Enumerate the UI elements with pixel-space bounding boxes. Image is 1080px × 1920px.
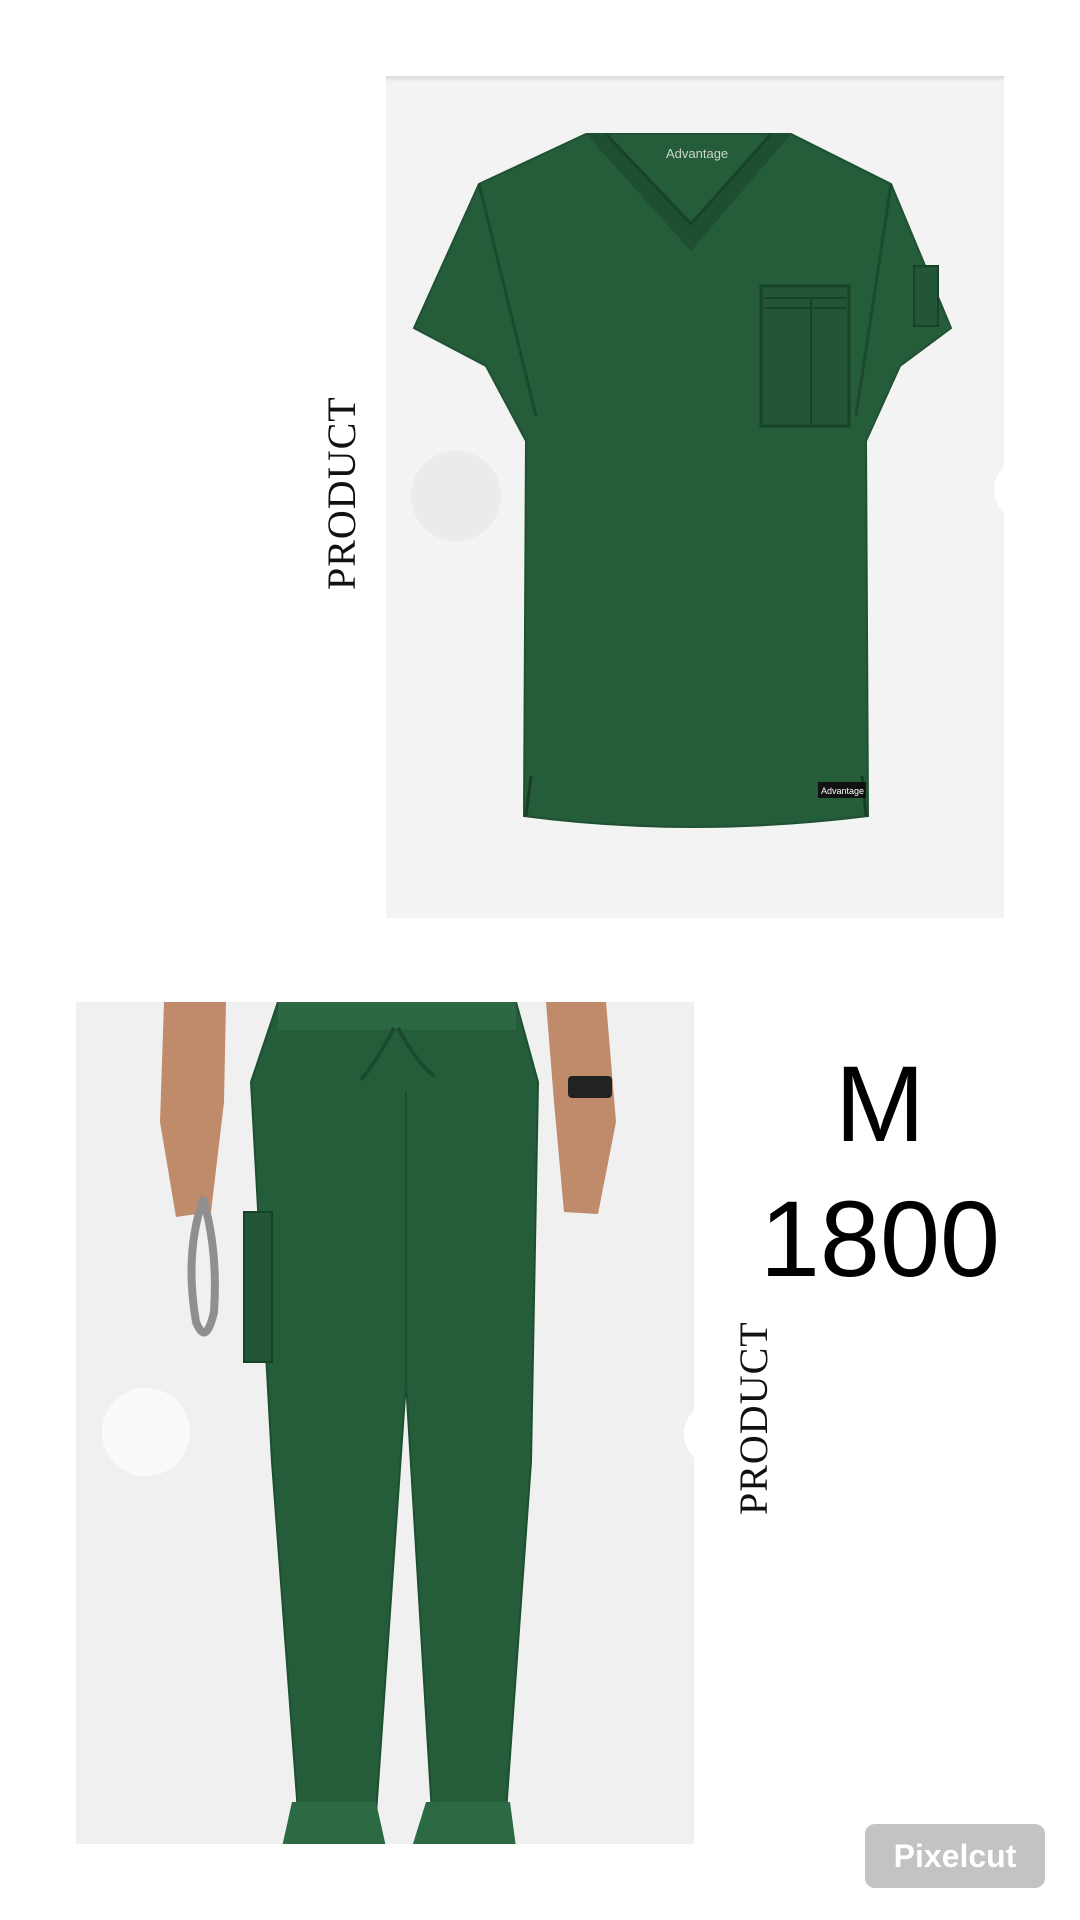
carousel-next-indicator (994, 466, 1004, 514)
scrub-top-illustration: Advantage Advantage (411, 132, 1004, 828)
price-text: 1800 (759, 1178, 1001, 1299)
scrub-pants-image (76, 1002, 694, 1844)
right-arm (546, 1002, 616, 1214)
wristwatch (568, 1076, 612, 1098)
pants (249, 1002, 540, 1816)
right-shoe (412, 1802, 516, 1844)
carousel-prev-indicator (102, 1388, 190, 1476)
hem-brand-tag: Advantage (821, 786, 864, 796)
cargo-pocket (243, 1211, 273, 1363)
collar-brand-tag: Advantage (666, 146, 728, 161)
left-arm (160, 1002, 226, 1217)
scrub-top-image: Advantage Advantage (386, 76, 1004, 918)
product-label-top: PRODUCT (319, 396, 364, 590)
carousel-prev-indicator (411, 451, 501, 541)
stethoscope (187, 1195, 219, 1337)
pixelcut-watermark: Pixelcut (865, 1824, 1045, 1888)
size-text: M (835, 1043, 925, 1164)
carousel-next-indicator (684, 1410, 694, 1458)
product-label-bottom: PRODUCT (731, 1321, 776, 1515)
left-shoe (282, 1802, 386, 1844)
waistband (278, 1002, 516, 1030)
scrub-pants-illustration (102, 1002, 694, 1844)
